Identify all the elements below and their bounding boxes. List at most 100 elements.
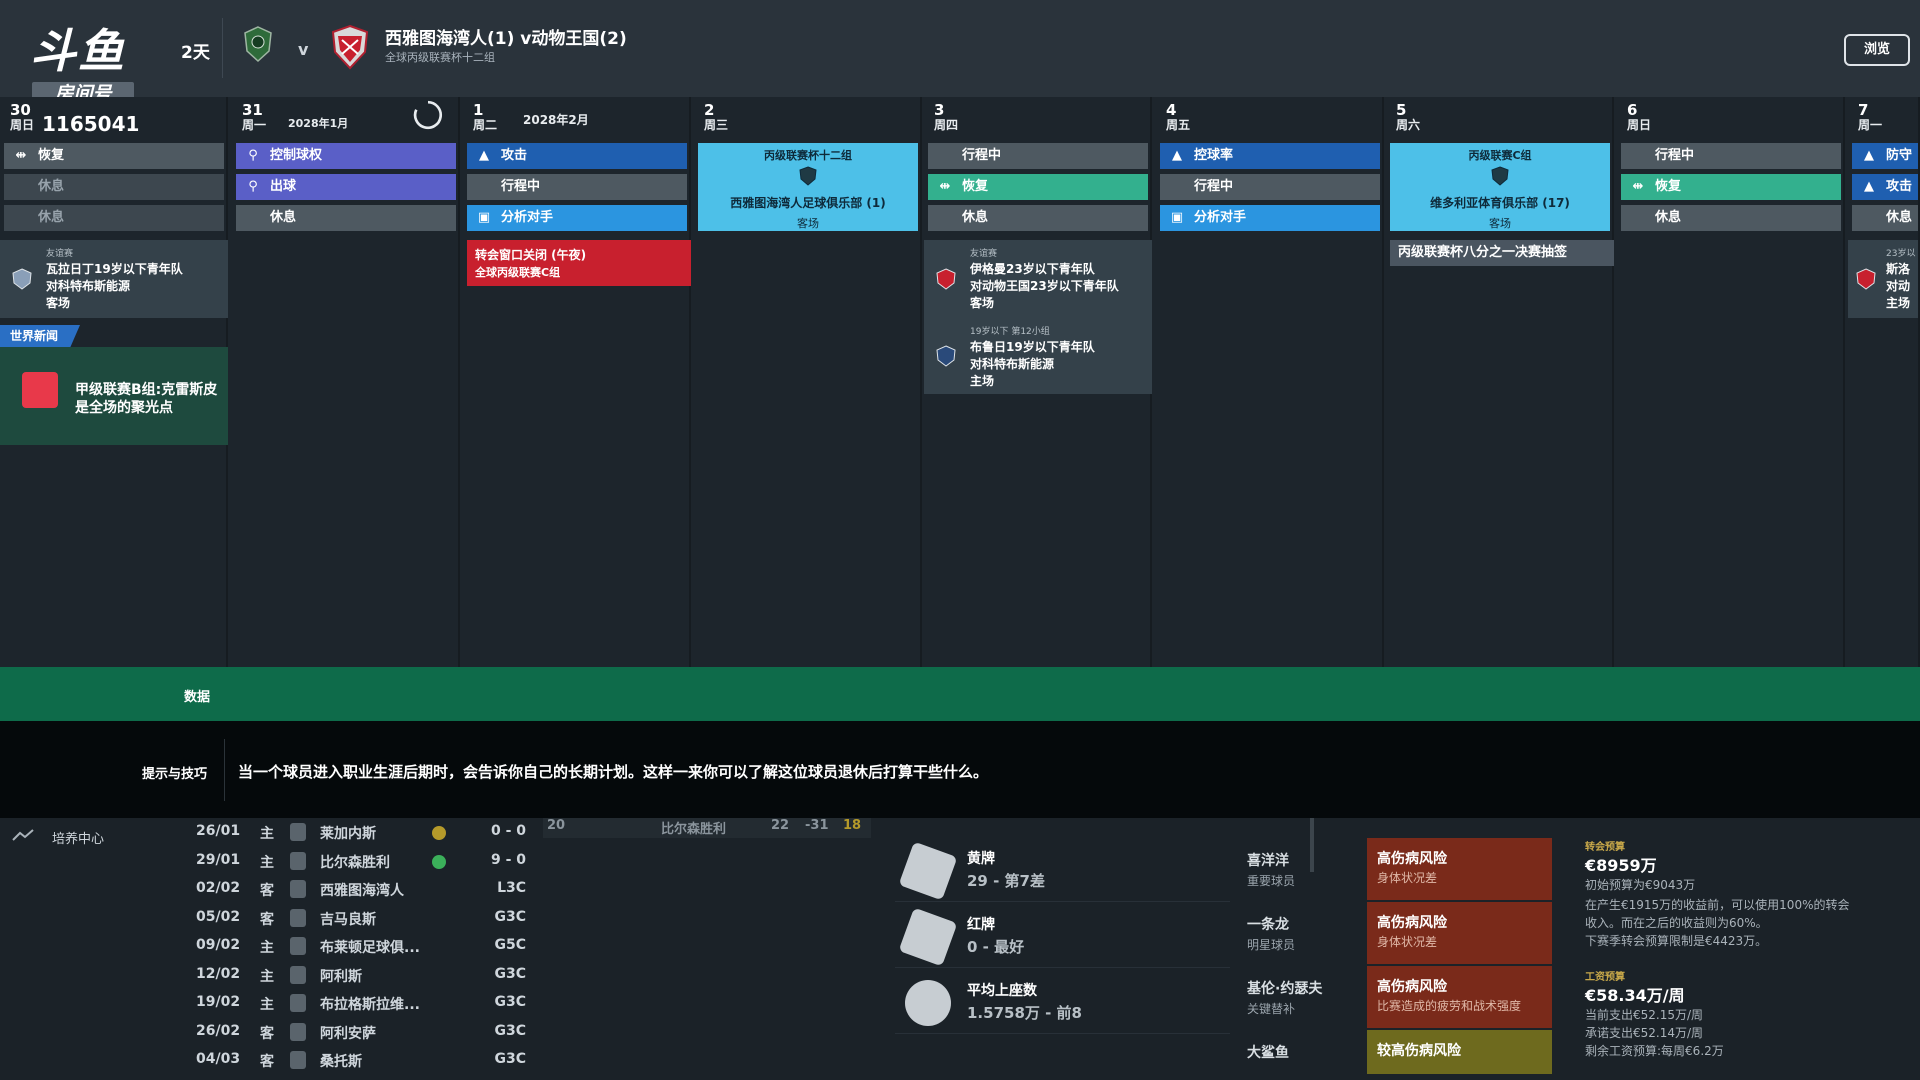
cup-draw-event[interactable]: 丙级联赛杯八分之一决赛抽签 [1390, 240, 1614, 266]
next-match-title[interactable]: 西雅图海湾人(1) v动物王国(2) [385, 24, 627, 49]
top-bar: 斗鱼 房间号 2天 v 西雅图海湾人(1) v动物王国(2) 全球丙级联赛杯十二… [0, 0, 1920, 106]
fixture-date: 29/01 [196, 851, 241, 868]
day-header[interactable]: 3 周四 [934, 103, 1144, 139]
day-number: 5 [1396, 101, 1407, 119]
possession-icon: ⚲ [248, 148, 258, 163]
fixture-opponent: 阿利斯 [320, 968, 362, 985]
versus-label: v [298, 40, 309, 59]
day-header[interactable]: 6 周日 [1627, 103, 1837, 139]
training-session-2[interactable]: 休息 [4, 174, 224, 200]
table-team: 比尔森胜利 [661, 822, 727, 837]
injury-risk-badge: 高伤病风险 身体状况差 [1367, 838, 1552, 900]
training-session-label: 休息 [962, 210, 989, 225]
fixture-home-away: 客 [260, 883, 274, 899]
transfer-budget-line: 在产生€1915万的收益前，可以使用100%的转会 [1585, 898, 1850, 912]
training-session-2[interactable]: 行程中 [467, 174, 687, 200]
day-header[interactable]: 4 周五 [1166, 103, 1376, 139]
training-session-1[interactable]: ▲ 攻击 [467, 143, 687, 169]
training-session-2[interactable]: ⇹ 恢复 [928, 174, 1148, 200]
opponent-crest-icon [1491, 166, 1509, 186]
training-session-2[interactable]: ⇹ 恢复 [1621, 174, 1841, 200]
day-header[interactable]: 7 周一 [1858, 103, 1918, 139]
training-session-label: 攻击 [1886, 179, 1913, 194]
fixture-row[interactable]: 09/02 主 布莱顿足球俱... G5C [0, 932, 540, 960]
training-session-3[interactable]: 休息 [1621, 205, 1841, 231]
match-fixture-block[interactable]: 丙级联赛杯十二组 西雅图海湾人足球俱乐部 (1) 客场 [698, 143, 918, 231]
fixture-row[interactable]: 05/02 客 吉马良斯 G3C [0, 904, 540, 932]
team-crest-icon [936, 268, 956, 290]
club-crest-icon [290, 994, 306, 1012]
stat-name: 平均上座数 [967, 983, 1037, 999]
injury-risk-row[interactable]: 基伦·约瑟夫 关键替补 高伤病风险 比赛造成的疲劳和战术强度 [1233, 966, 1563, 1028]
training-session-2[interactable]: ⚲ 出球 [236, 174, 456, 200]
fixture-opponent: 布莱顿足球俱... [320, 940, 420, 956]
training-session-label: 休息 [1886, 210, 1913, 225]
injury-risk-badge: 高伤病风险 身体状况差 [1367, 902, 1552, 964]
event-line: 对动 [1886, 279, 1911, 293]
fixture-opponent: 布拉格斯拉维... [320, 997, 420, 1013]
browse-button[interactable]: 浏览 [1844, 34, 1910, 66]
table-points: 18 [843, 818, 862, 833]
transfer-deadline-event[interactable]: 转会窗口关闭 (午夜) 全球丙级联赛C组 [467, 240, 691, 286]
form-dot-icon [432, 826, 446, 840]
training-session-1[interactable]: ⇹ 恢复 [4, 143, 224, 169]
training-session-label: 休息 [1655, 210, 1682, 225]
fixture-row[interactable]: 04/03 客 桑托斯 G3C [0, 1046, 540, 1074]
day-name: 周一 [1858, 118, 1883, 132]
fixture-row[interactable]: 12/02 主 阿利斯 G3C [0, 961, 540, 989]
training-session-3[interactable]: 休息 [928, 205, 1148, 231]
injury-risk-row[interactable]: 一条龙 明星球员 高伤病风险 身体状况差 [1233, 902, 1563, 964]
training-session-label: 出球 [270, 179, 297, 194]
fixture-opponent: 西雅图海湾人 [320, 883, 404, 899]
risk-level: 高伤病风险 [1377, 915, 1447, 931]
fixture-row[interactable]: 02/02 客 西雅图海湾人 L3C [0, 875, 540, 903]
training-session-1[interactable]: ⚲ 控制球权 [236, 143, 456, 169]
training-session-label: 分析对手 [501, 210, 554, 225]
training-session-3[interactable]: 休息 [236, 205, 456, 231]
calendar-day-column: 31 周一 2028年1月 ⚲ 控制球权 ⚲ 出球 休息 [232, 97, 460, 667]
training-session-2[interactable]: 行程中 [1160, 174, 1380, 200]
training-session-1[interactable]: ▲ 控球率 [1160, 143, 1380, 169]
recovery-icon: ⇹ [939, 179, 951, 194]
club-crest-icon [290, 880, 306, 898]
team-crest-icon [1856, 268, 1876, 290]
tips-label: 提示与技巧 [142, 767, 208, 782]
training-session-2[interactable]: ▲ 攻击 [1852, 174, 1918, 200]
calendar-grid: 30 周日 ⇹ 恢复 休息 休息 1165041 友谊赛 瓦拉日丁19岁以下青年队 对科特布斯能源… [0, 97, 1920, 667]
training-session-label: 攻击 [501, 148, 528, 163]
calendar-event-card[interactable]: 友谊赛 伊格曼23岁以下青年队 对动物王国23岁以下青年队 客场 [924, 240, 1152, 318]
training-session-3[interactable]: 休息 [1852, 205, 1918, 231]
training-session-1[interactable]: ▲ 防守 [1852, 143, 1918, 169]
training-session-3[interactable]: 休息 [4, 205, 224, 231]
day-header[interactable]: 5 周六 [1396, 103, 1606, 139]
fixture-row[interactable]: 26/02 客 阿利安萨 G3C [0, 1018, 540, 1046]
player-name: 大鲨鱼 [1247, 1045, 1289, 1061]
fixture-date: 19/02 [196, 994, 241, 1010]
calendar-event-card[interactable]: 19岁以下 第12小组 布鲁日19岁以下青年队 对科特布斯能源 主场 [924, 318, 1152, 394]
day-header[interactable]: 2 周三 [704, 103, 914, 139]
event-line: 伊格曼23岁以下青年队 [970, 262, 1095, 276]
world-news-item[interactable]: 甲级联赛B组:克雷斯皮是全场的聚光点 [0, 347, 228, 445]
injury-risk-row[interactable]: 喜洋洋 重要球员 高伤病风险 身体状况差 [1233, 838, 1563, 900]
club-crest-icon [290, 908, 306, 927]
injury-risk-row[interactable]: 大鲨鱼 较高伤病风险 [1233, 1030, 1563, 1074]
event-type-label: 19岁以下 第12小组 [970, 327, 1050, 337]
calendar-day-column: 3 周四行程中 ⇹ 恢复休息友谊赛 伊格曼23岁以下青年队 对动物王国23岁以下青年队 客场… [924, 97, 1152, 667]
data-label[interactable]: 数据 [184, 686, 210, 705]
training-session-1[interactable]: 行程中 [1621, 143, 1841, 169]
stat-value: 29 - 第7差 [967, 872, 1045, 890]
calendar-event-card[interactable]: 友谊赛 瓦拉日丁19岁以下青年队 对科特布斯能源 客场 [0, 240, 228, 318]
event-line: 转会窗口关闭 (午夜) [475, 248, 587, 262]
fixture-home-away: 客 [260, 1054, 274, 1070]
training-session-1[interactable]: 行程中 [928, 143, 1148, 169]
match-fixture-block[interactable]: 丙级联赛C组 维多利亚体育俱乐部 (17) 客场 [1390, 143, 1610, 231]
training-session-3[interactable]: ▣ 分析对手 [467, 205, 687, 231]
fixture-date: 02/02 [196, 880, 241, 896]
fixture-row[interactable]: 19/02 主 布拉格斯拉维... G3C [0, 989, 540, 1017]
world-news-tag[interactable]: 世界新闻 [0, 325, 80, 347]
training-session-3[interactable]: ▣ 分析对手 [1160, 205, 1380, 231]
fixture-row[interactable]: 29/01 主 比尔森胜利 9 - 0 [0, 847, 540, 875]
calendar-event-card[interactable]: 23岁以 斯洛 对动 主场 [1848, 240, 1918, 318]
fixture-row[interactable]: 26/01 主 莱加内斯 0 - 0 [0, 818, 540, 846]
training-session-label: 分析对手 [1194, 210, 1247, 225]
